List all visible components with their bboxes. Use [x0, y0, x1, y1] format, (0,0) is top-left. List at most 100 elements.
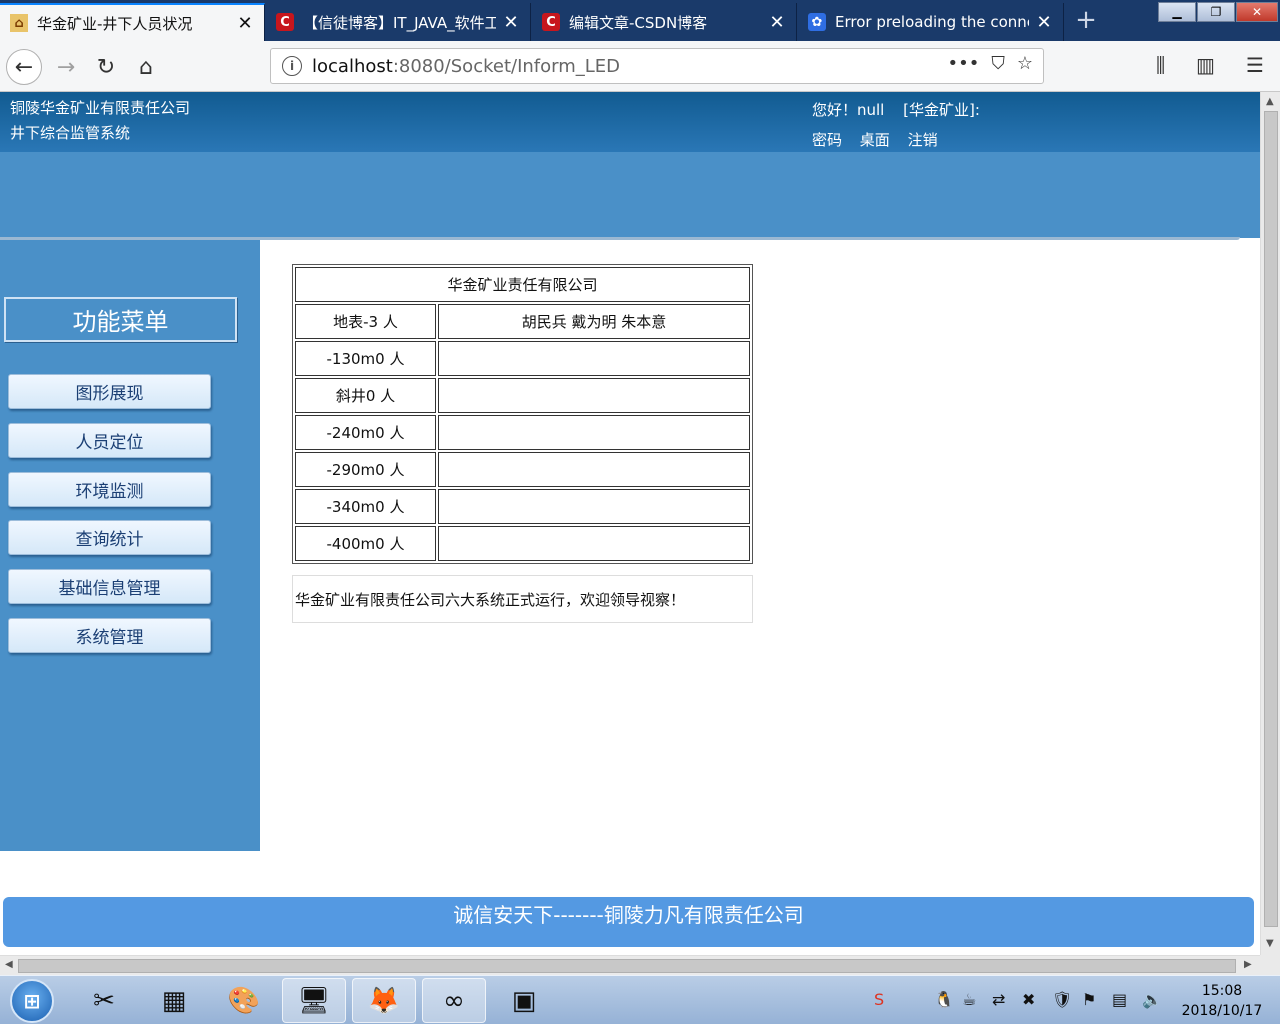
people-cell: [438, 452, 750, 487]
back-button[interactable]: ←: [6, 49, 42, 85]
people-cell: [438, 526, 750, 561]
scroll-right-icon[interactable]: ▶: [1244, 959, 1252, 970]
scroll-up-icon[interactable]: ▲: [1266, 96, 1274, 107]
scroll-left-icon[interactable]: ◀: [5, 959, 13, 970]
table-row: 斜井0 人: [295, 378, 750, 413]
tab-strip: ⌂ 华金矿业-井下人员状况 ✕ C 【信徒博客】IT_JAVA_软件工 ✕ C …: [0, 0, 1280, 41]
sidebar-icon[interactable]: ▥: [1196, 53, 1215, 77]
reload-button[interactable]: ↻: [88, 49, 124, 85]
sidebar: 功能菜单 图形展现 人员定位 环境监测 查询统计 基础信息管理 系统管理: [0, 240, 260, 851]
info-icon[interactable]: i: [282, 56, 302, 76]
eclipse-icon[interactable]: ∞: [422, 978, 486, 1023]
location-cell: -130m0 人: [295, 341, 436, 376]
table-row: -340m0 人: [295, 489, 750, 524]
company-name: 铜陵华金矿业有限责任公司: [10, 99, 191, 117]
network-icon[interactable]: ▤: [1112, 990, 1127, 1009]
close-icon[interactable]: ✕: [1035, 12, 1053, 33]
calculator-icon[interactable]: ▦: [142, 978, 206, 1023]
start-button[interactable]: ⊞: [10, 979, 54, 1023]
location-cell: -340m0 人: [295, 489, 436, 524]
tab-1[interactable]: C 【信徒博客】IT_JAVA_软件工 ✕: [266, 3, 531, 41]
close-window-button[interactable]: ✕: [1236, 2, 1278, 22]
forward-button[interactable]: →: [48, 49, 84, 85]
sogou-icon[interactable]: S: [874, 990, 884, 1009]
location-cell: 地表-3 人: [295, 304, 436, 339]
scroll-thumb[interactable]: [18, 959, 1236, 973]
sidebar-item-statistics[interactable]: 查询统计: [8, 520, 211, 555]
java-icon[interactable]: ☕: [962, 990, 976, 1009]
sidebar-item-environment[interactable]: 环境监测: [8, 472, 211, 507]
firefox-icon[interactable]: 🦊: [352, 978, 416, 1023]
new-tab-button[interactable]: +: [1070, 5, 1102, 37]
people-cell: 胡民兵 戴为明 朱本意: [438, 304, 750, 339]
snipping-tool-icon[interactable]: ✂: [72, 978, 136, 1023]
teamviewer-icon[interactable]: ⇄: [992, 990, 1005, 1009]
people-cell: [438, 415, 750, 450]
library-icon[interactable]: ⫼: [1156, 53, 1165, 77]
control-panel-icon[interactable]: 🖥: [282, 978, 346, 1023]
baidu-icon: ✿: [808, 13, 826, 31]
table-row: -290m0 人: [295, 452, 750, 487]
people-cell: [438, 378, 750, 413]
logout-link[interactable]: 注销: [908, 131, 938, 149]
sidebar-item-graphics[interactable]: 图形展现: [8, 374, 211, 409]
people-cell: [438, 489, 750, 524]
tab-2[interactable]: C 编辑文章-CSDN博客 ✕: [532, 3, 797, 41]
scrollbar-corner: [1260, 955, 1280, 975]
horizontal-scrollbar[interactable]: ◀ ▶: [0, 955, 1260, 975]
desktop-link[interactable]: 桌面: [860, 131, 890, 149]
maximize-button[interactable]: ❐: [1197, 2, 1235, 22]
main-content: 华金矿业责任有限公司 地表-3 人 胡民兵 戴为明 朱本意 -130m0 人 斜…: [292, 264, 753, 564]
menu-icon[interactable]: ☰: [1246, 53, 1264, 77]
minimize-button[interactable]: ▁: [1158, 2, 1196, 22]
sidebar-item-system[interactable]: 系统管理: [8, 618, 211, 653]
table-row: -400m0 人: [295, 526, 750, 561]
scroll-thumb[interactable]: [1264, 111, 1278, 927]
location-cell: -240m0 人: [295, 415, 436, 450]
table-row: -240m0 人: [295, 415, 750, 450]
clock-time: 15:08: [1201, 983, 1243, 999]
csdn-icon: C: [542, 13, 560, 31]
close-icon[interactable]: ✕: [768, 12, 786, 33]
tab-title: 华金矿业-井下人员状况: [37, 14, 193, 33]
close-icon[interactable]: ✕: [236, 13, 254, 34]
pocket-icon[interactable]: ⛉: [991, 53, 1005, 74]
tab-3[interactable]: ✿ Error preloading the conne ✕: [798, 3, 1064, 41]
system-name: 井下综合监管系统: [10, 124, 131, 142]
home-button[interactable]: ⌂: [128, 49, 164, 85]
tool-icon[interactable]: ✖: [1022, 990, 1035, 1009]
scroll-down-icon[interactable]: ▼: [1266, 938, 1274, 949]
vertical-scrollbar[interactable]: ▲ ▼: [1260, 92, 1280, 955]
clock-date: 2018/10/17: [1181, 1003, 1263, 1019]
nav-toolbar: ← → ↻ ⌂ i localhost:8080/Socket/Inform_L…: [0, 41, 1280, 92]
tab-title: Error preloading the conne: [835, 13, 1029, 31]
notice-marquee: 华金矿业有限责任公司六大系统正式运行，欢迎领导视察！: [292, 575, 753, 623]
volume-icon[interactable]: 🔈: [1142, 990, 1162, 1009]
qq-icon[interactable]: 🐧: [934, 990, 954, 1009]
security-icon[interactable]: 🛡: [1052, 990, 1072, 1009]
password-link[interactable]: 密码: [812, 131, 842, 149]
org-label: [华金矿业]:: [903, 101, 980, 119]
greeting-text: 您好！null: [812, 101, 885, 119]
sidebar-item-personnel-location[interactable]: 人员定位: [8, 423, 211, 458]
tab-title: 【信徒博客】IT_JAVA_软件工: [303, 13, 496, 32]
home-icon: ⌂: [10, 14, 28, 32]
table-row: -130m0 人: [295, 341, 750, 376]
location-cell: 斜井0 人: [295, 378, 436, 413]
people-cell: [438, 341, 750, 376]
page-actions-icon[interactable]: •••: [948, 53, 980, 74]
bookmark-star-icon[interactable]: ☆: [1017, 53, 1033, 74]
paint-icon[interactable]: 🎨: [212, 978, 276, 1023]
header-banner: [0, 152, 1260, 238]
close-icon[interactable]: ✕: [502, 12, 520, 33]
table-row: 地表-3 人 胡民兵 戴为明 朱本意: [295, 304, 750, 339]
menu-title: 功能菜单: [4, 297, 237, 342]
url-bar[interactable]: i localhost:8080/Socket/Inform_LED ••• ⛉…: [270, 48, 1044, 84]
url-path: :8080/Socket/Inform_LED: [392, 55, 621, 77]
sidebar-item-basic-info[interactable]: 基础信息管理: [8, 569, 211, 604]
flag-icon[interactable]: ⚑: [1082, 990, 1096, 1009]
clock[interactable]: 15:08 2018/10/17: [1170, 981, 1274, 1021]
tab-0[interactable]: ⌂ 华金矿业-井下人员状况 ✕: [0, 3, 265, 41]
personnel-table: 华金矿业责任有限公司 地表-3 人 胡民兵 戴为明 朱本意 -130m0 人 斜…: [292, 264, 753, 564]
iqiyi-icon[interactable]: ▣: [492, 978, 556, 1023]
